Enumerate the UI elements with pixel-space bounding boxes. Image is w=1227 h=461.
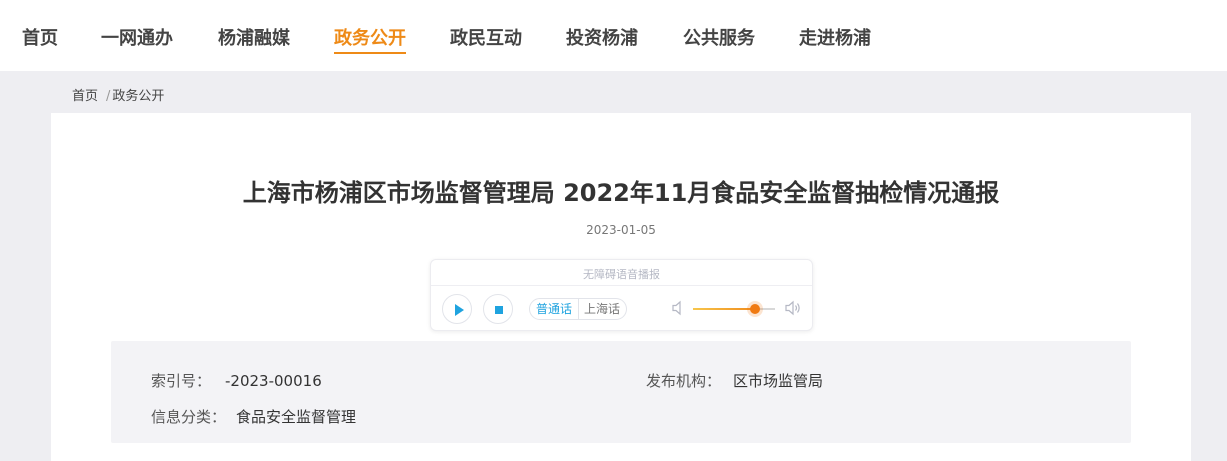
volume-slider-knob[interactable]: [749, 304, 760, 314]
volume-slider[interactable]: [693, 304, 775, 314]
info-category-value: 食品安全监督管理: [236, 408, 357, 426]
nav-item-one-network[interactable]: 一网通办: [101, 24, 173, 50]
volume-slider-fill: [693, 308, 755, 310]
breadcrumb-home[interactable]: 首页: [72, 89, 98, 104]
nav-item-yangpu-media[interactable]: 杨浦融媒: [218, 24, 290, 50]
breadcrumb-current[interactable]: 政务公开: [112, 89, 164, 104]
volume-high-icon[interactable]: [784, 300, 802, 316]
publisher: 发布机构： 区市场监管局: [646, 370, 823, 391]
breadcrumb: 首页 / 政务公开: [72, 85, 164, 104]
language-shanghainese[interactable]: 上海话: [578, 298, 628, 320]
nav-item-government-affairs[interactable]: 政务公开: [334, 24, 406, 54]
nav-item-public-service[interactable]: 公共服务: [683, 24, 755, 50]
nav-item-home[interactable]: 首页: [22, 24, 58, 50]
nav-item-about-yangpu[interactable]: 走进杨浦: [799, 24, 871, 50]
nav-item-investment[interactable]: 投资杨浦: [566, 24, 638, 50]
volume-low-icon[interactable]: [671, 300, 685, 316]
index-number: 索引号： -2023-00016: [151, 370, 322, 391]
article-date: 2023-01-05: [586, 223, 656, 237]
play-button[interactable]: [442, 294, 472, 324]
index-number-label: 索引号：: [151, 372, 212, 390]
audio-player: 无障碍语音播报 普通话 上海话: [430, 259, 813, 331]
stop-button[interactable]: [483, 294, 513, 324]
play-icon: [455, 304, 464, 316]
player-divider: [431, 285, 812, 286]
info-category-label: 信息分类：: [151, 408, 227, 426]
top-navigation: 首页 一网通办 杨浦融媒 政务公开 政民互动 投资杨浦 公共服务 走进杨浦: [0, 0, 1227, 71]
article-card: 上海市杨浦区市场监督管理局 2022年11月食品安全监督抽检情况通报 2023-…: [51, 113, 1191, 461]
article-metadata: 索引号： -2023-00016 发布机构： 区市场监管局 信息分类： 食品安全监督管…: [111, 341, 1131, 443]
player-label: 无障碍语音播报: [583, 268, 660, 281]
index-number-value: -2023-00016: [225, 372, 322, 390]
breadcrumb-separator: /: [106, 89, 111, 104]
article-title: 上海市杨浦区市场监督管理局 2022年11月食品安全监督抽检情况通报: [242, 179, 1000, 207]
publisher-value: 区市场监管局: [733, 372, 824, 390]
nav-item-interaction[interactable]: 政民互动: [450, 24, 522, 50]
stop-icon: [495, 306, 503, 314]
language-mandarin[interactable]: 普通话: [529, 298, 580, 320]
info-category: 信息分类： 食品安全监督管理: [151, 406, 356, 427]
publisher-label: 发布机构：: [646, 372, 722, 390]
